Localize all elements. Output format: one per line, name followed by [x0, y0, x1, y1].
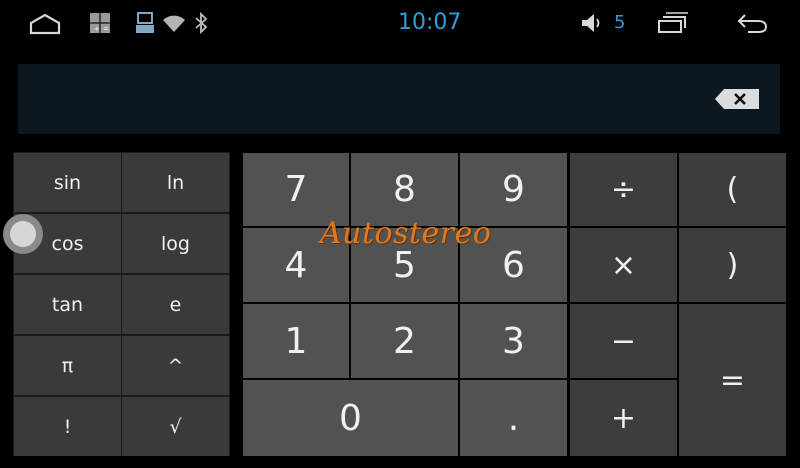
open-paren-button[interactable]: ( — [679, 153, 786, 226]
usb-device-icon — [136, 12, 154, 33]
equals-button[interactable]: = — [679, 304, 786, 456]
digit-0-button[interactable]: 0 — [243, 380, 458, 456]
digit-2-button[interactable]: 2 — [351, 304, 458, 378]
plus-button[interactable]: + — [570, 380, 677, 456]
assistive-touch-button[interactable] — [3, 214, 43, 254]
sqrt-button[interactable]: √ — [122, 397, 229, 456]
numeric-keypad: 7 8 9 4 5 6 1 2 3 0 . — [242, 152, 568, 456]
divide-button[interactable]: ÷ — [570, 153, 677, 226]
back-icon[interactable] — [736, 12, 768, 34]
operator-keypad: ÷ ( × ) − = + — [570, 152, 788, 456]
power-button[interactable]: ^ — [122, 336, 229, 395]
multiply-button[interactable]: × — [570, 228, 677, 302]
volume-icon[interactable] — [580, 12, 606, 34]
sin-button[interactable]: sin — [14, 153, 121, 212]
status-clock: 10:07 — [398, 10, 462, 35]
calculator-display[interactable] — [18, 64, 780, 134]
status-bar: + = 10:07 5 — [0, 0, 800, 50]
digit-3-button[interactable]: 3 — [460, 304, 567, 378]
multi-window-icon[interactable]: + = — [89, 12, 111, 34]
ln-button[interactable]: ln — [122, 153, 229, 212]
e-button[interactable]: e — [122, 275, 229, 334]
close-paren-button[interactable]: ) — [679, 228, 786, 302]
svg-text:+: + — [94, 25, 100, 33]
home-icon[interactable] — [28, 12, 62, 36]
bluetooth-icon — [195, 12, 208, 34]
recent-apps-icon[interactable] — [657, 12, 689, 34]
tan-button[interactable]: tan — [14, 275, 121, 334]
backspace-icon[interactable] — [714, 88, 760, 110]
minus-button[interactable]: − — [570, 304, 677, 378]
digit-1-button[interactable]: 1 — [243, 304, 349, 378]
watermark-text: Autostereo — [320, 216, 492, 251]
wifi-icon — [163, 15, 185, 32]
pi-button[interactable]: π — [14, 336, 121, 395]
decimal-point-button[interactable]: . — [460, 380, 567, 456]
scientific-keypad: sin ln cos log tan e π ^ ! √ — [13, 152, 230, 456]
factorial-button[interactable]: ! — [14, 397, 121, 456]
log-button[interactable]: log — [122, 214, 229, 273]
volume-level: 5 — [614, 12, 626, 33]
svg-text:=: = — [103, 25, 109, 33]
